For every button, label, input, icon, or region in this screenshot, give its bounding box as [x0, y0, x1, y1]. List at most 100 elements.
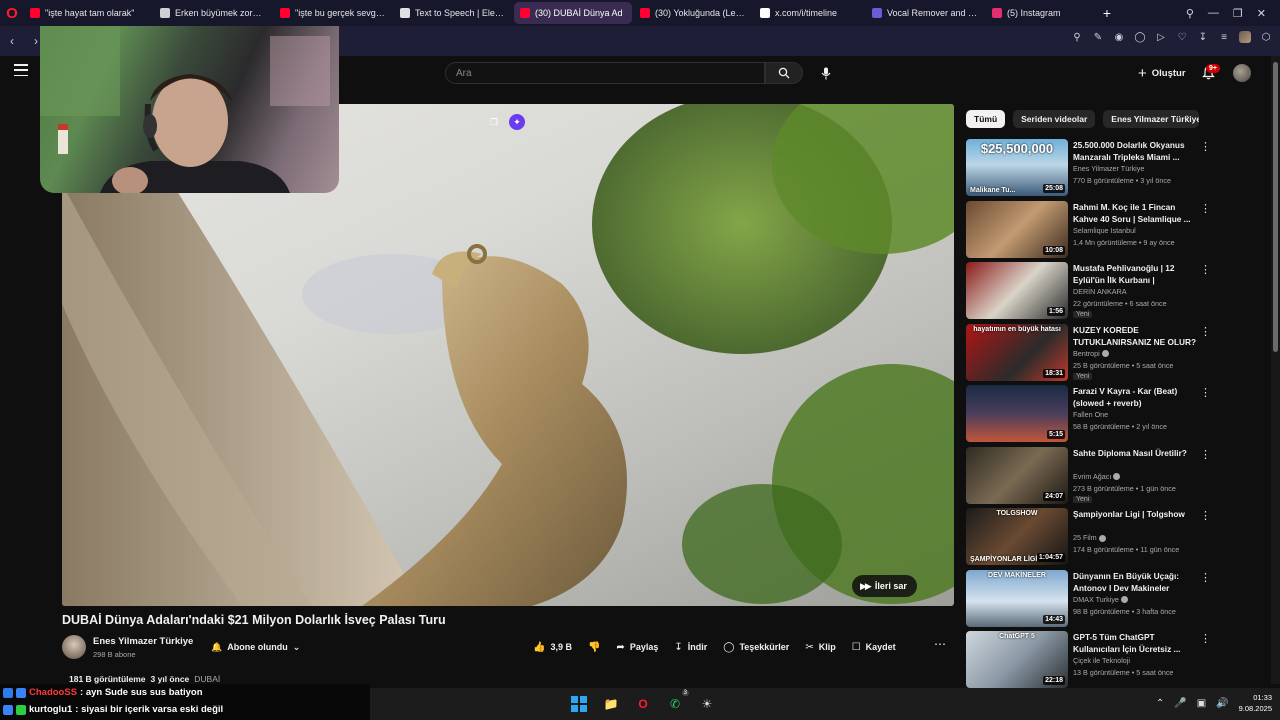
- play-icon[interactable]: ▷: [1155, 31, 1167, 43]
- search-icon[interactable]: ⚲: [1071, 31, 1083, 43]
- search-button[interactable]: [765, 62, 803, 84]
- scroll-thumb[interactable]: [1273, 62, 1278, 352]
- account-avatar[interactable]: [1233, 64, 1251, 82]
- recommendation-title[interactable]: Sahte Diploma Nasıl Üretilir?: [1073, 447, 1198, 459]
- profile-icon[interactable]: [1239, 31, 1251, 43]
- chip-series[interactable]: Seriden videolar: [1013, 110, 1096, 128]
- recommendation-item[interactable]: 24:07 Sahte Diploma Nasıl Üretilir? Evrim …: [966, 446, 1216, 508]
- volume-icon[interactable]: 🔊: [1216, 698, 1228, 709]
- miniplayer-icon[interactable]: ❐: [486, 114, 502, 130]
- browser-tab[interactable]: (30) Yokluğunda (Leyla Th: [634, 2, 752, 24]
- video-thumbnail[interactable]: ChatGPT 5 22:18: [966, 631, 1068, 688]
- more-options-icon[interactable]: ⋮: [1200, 325, 1211, 338]
- edit-icon[interactable]: ✎: [1092, 31, 1104, 43]
- video-thumbnail[interactable]: 10:08: [966, 200, 1068, 258]
- file-explorer-icon[interactable]: 📁: [600, 693, 622, 715]
- recommendation-channel[interactable]: DERİN ANKARA: [1073, 287, 1127, 296]
- recommendation-title[interactable]: Mustafa Pehlivanoğlu | 12 Eylül'ün İlk K…: [1073, 262, 1198, 286]
- recommendation-title[interactable]: GPT-5 Tüm ChatGPT Kullanıcıları İçin Ücr…: [1073, 631, 1198, 655]
- video-thumbnail[interactable]: TOLGSHOW ŞAMPİYONLAR LİGİ 1:04:57: [966, 508, 1068, 565]
- close-window-button[interactable]: ✕: [1257, 7, 1266, 20]
- voice-search-button[interactable]: [815, 62, 837, 84]
- recommendation-title[interactable]: Rahmi M. Koç ile 1 Fincan Kahve 40 Soru …: [1073, 201, 1198, 225]
- chevron-right-icon[interactable]: ›: [1186, 112, 1189, 123]
- like-button[interactable]: 👍 3,9 B: [525, 637, 580, 657]
- video-thumbnail[interactable]: 1:56: [966, 262, 1068, 319]
- more-options-icon[interactable]: ⋮: [1200, 140, 1211, 153]
- extension-icon[interactable]: ⬡: [1260, 31, 1272, 43]
- hamburger-menu-icon[interactable]: [14, 64, 28, 76]
- recommendation-title[interactable]: Şampiyonlar Ligi | Tolgshow: [1073, 508, 1198, 520]
- chevron-up-icon[interactable]: ⌃: [1156, 698, 1164, 709]
- recommendation-item[interactable]: ChatGPT 5 22:18 GPT-5 Tüm ChatGPT Kullanıc…: [966, 630, 1216, 692]
- clip-button[interactable]: ✂ Klip: [797, 637, 843, 657]
- hashtag[interactable]: DUBAİ: [194, 674, 220, 684]
- recommendation-title[interactable]: 25.500.000 Dolarlık Okyanus Manzaralı Tr…: [1073, 139, 1198, 163]
- dislike-button[interactable]: 👎: [580, 637, 608, 657]
- channel-avatar[interactable]: [62, 635, 86, 659]
- recommendation-channel[interactable]: Enes Yilmazer Türkiye: [1073, 164, 1144, 173]
- minimize-button[interactable]: —: [1208, 7, 1219, 19]
- more-actions-button[interactable]: ⋯: [934, 637, 946, 651]
- recommendation-channel[interactable]: Fallen One: [1073, 410, 1108, 419]
- video-thumbnail[interactable]: 5:15: [966, 385, 1068, 442]
- recommendation-item[interactable]: $25,500,000 Malikane Tu... 25:08 25.500.000…: [966, 138, 1216, 200]
- app-icon[interactable]: ☀: [696, 693, 718, 715]
- camera-icon[interactable]: ◉: [1113, 31, 1125, 43]
- more-options-icon[interactable]: ⋮: [1200, 448, 1211, 461]
- chip-all[interactable]: Tümü: [966, 110, 1006, 128]
- channel-name[interactable]: Enes Yilmazer Türkiye: [93, 636, 193, 647]
- back-button[interactable]: ‹: [0, 34, 24, 48]
- video-thumbnail[interactable]: hayatımın en büyük hatası 18:31: [966, 323, 1068, 381]
- display-icon[interactable]: ▣: [1197, 698, 1206, 709]
- browser-tab[interactable]: (5) Instagram: [986, 2, 1096, 24]
- recommendation-item[interactable]: TOLGSHOW ŞAMPİYONLAR LİGİ 1:04:57 Şampiyonl…: [966, 507, 1216, 569]
- download-icon[interactable]: ↧: [1197, 31, 1209, 43]
- system-clock[interactable]: 01:33 9.08.2025: [1239, 692, 1272, 714]
- menu-icon[interactable]: ≡: [1218, 31, 1230, 43]
- subscribed-button[interactable]: 🔔 Abone olundu ⌄: [203, 637, 308, 657]
- opera-logo-icon[interactable]: O: [0, 0, 24, 26]
- recommendation-channel[interactable]: Selamlique Istanbul: [1073, 226, 1136, 235]
- browser-tab[interactable]: Text to Speech | ElevenLab: [394, 2, 512, 24]
- more-options-icon[interactable]: ⋮: [1200, 632, 1211, 645]
- download-button[interactable]: ↧ İndir: [666, 637, 715, 657]
- recommendation-title[interactable]: Farazi V Kayra - Kar (Beat) (slowed + re…: [1073, 385, 1198, 409]
- recommendation-channel[interactable]: 25 Film: [1073, 533, 1106, 542]
- recommendation-item[interactable]: 1:56 Mustafa Pehlivanoğlu | 12 Eylül'ün İ…: [966, 261, 1216, 323]
- share-button[interactable]: ➦ Paylaş: [608, 637, 666, 657]
- recommendation-title[interactable]: Dünyanın En Büyük Uçağı: Antonov I Dev M…: [1073, 570, 1198, 594]
- ai-sparkle-icon[interactable]: ✦: [509, 114, 525, 130]
- recommendation-item[interactable]: DEV MAKİNELER 14:43 Dünyanın En Büyük Uçağ…: [966, 569, 1216, 631]
- browser-tab[interactable]: "işte hayat tam olarak": [24, 2, 152, 24]
- opera-icon[interactable]: O: [632, 693, 654, 715]
- maximize-button[interactable]: ❐: [1233, 7, 1243, 20]
- recommendation-channel[interactable]: Bentropi: [1073, 349, 1109, 358]
- microphone-icon[interactable]: 🎤: [1174, 698, 1186, 709]
- browser-tab[interactable]: Erken büyümek zorunda k: [154, 2, 272, 24]
- windows-start-icon[interactable]: [568, 693, 590, 715]
- recommendation-channel[interactable]: Çiçek ile Teknoloji: [1073, 656, 1130, 665]
- video-thumbnail[interactable]: DEV MAKİNELER 14:43: [966, 569, 1068, 627]
- more-options-icon[interactable]: ⋮: [1200, 571, 1211, 584]
- heart-icon[interactable]: ♡: [1176, 31, 1188, 43]
- browser-tab[interactable]: Vocal Remover and Isolat: [866, 2, 984, 24]
- shield-icon[interactable]: ◯: [1134, 31, 1146, 43]
- thanks-button[interactable]: ◯ Teşekkürler: [715, 637, 797, 657]
- video-thumbnail[interactable]: $25,500,000 Malikane Tu... 25:08: [966, 139, 1068, 196]
- recommendation-item[interactable]: 5:15 Farazi V Kayra - Kar (Beat) (slowed …: [966, 384, 1216, 446]
- more-options-icon[interactable]: ⋮: [1200, 202, 1211, 215]
- save-button[interactable]: ☐ Kaydet: [844, 637, 904, 657]
- more-options-icon[interactable]: ⋮: [1200, 263, 1211, 276]
- whatsapp-icon[interactable]: ✆ 3: [664, 690, 689, 715]
- browser-tab[interactable]: x.com/i/timeline: [754, 2, 864, 24]
- recommendation-item[interactable]: hayatımın en büyük hatası 18:31 KUZEY KORE…: [966, 323, 1216, 385]
- page-scrollbar[interactable]: [1271, 56, 1280, 684]
- recommendation-title[interactable]: KUZEY KOREDE TUTUKLANIRSANIZ NE OLUR?: [1073, 324, 1198, 348]
- new-tab-button[interactable]: +: [1096, 2, 1118, 24]
- chip-channel[interactable]: Enes Yilmazer Türkiye: [1103, 110, 1200, 128]
- recommendation-channel[interactable]: DMAX Turkiye: [1073, 595, 1128, 604]
- create-button[interactable]: + Oluştur: [1130, 62, 1194, 84]
- recommendation-item[interactable]: 10:08 Rahmi M. Koç ile 1 Fincan Kahve 40 …: [966, 200, 1216, 262]
- more-options-icon[interactable]: ⋮: [1200, 509, 1211, 522]
